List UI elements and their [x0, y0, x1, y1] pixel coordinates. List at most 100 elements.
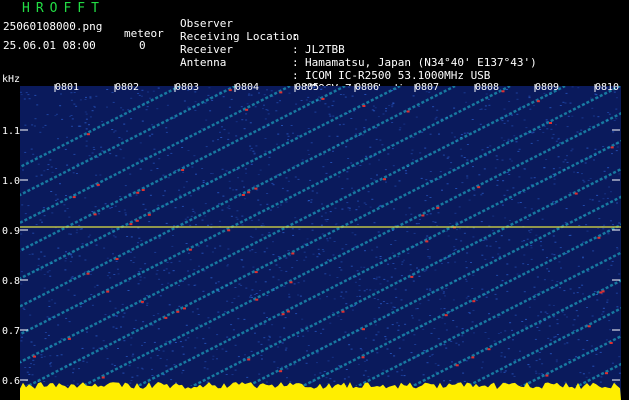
noise-pixel: [265, 381, 268, 383]
noise-pixel: [381, 144, 384, 146]
noise-pixel: [397, 256, 400, 258]
noise-pixel: [580, 129, 583, 131]
noise-pixel: [216, 358, 218, 360]
noise-pixel: [303, 280, 306, 282]
noise-pixel: [143, 277, 146, 279]
noise-pixel: [525, 318, 527, 320]
noise-pixel: [95, 174, 98, 176]
noise-pixel: [506, 120, 509, 122]
noise-pixel: [55, 113, 58, 115]
noise-pixel: [602, 228, 605, 230]
noise-pixel: [537, 315, 540, 317]
noise-pixel: [424, 200, 427, 202]
noise-pixel: [66, 208, 69, 209]
noise-pixel: [164, 190, 166, 192]
noise-pixel: [202, 338, 205, 340]
noise-pixel: [437, 364, 440, 366]
noise-pixel: [472, 274, 475, 276]
noise-pixel: [598, 218, 601, 220]
noise-pixel: [259, 204, 262, 206]
noise-pixel: [168, 272, 171, 274]
noise-pixel: [293, 364, 296, 366]
noise-pixel: [285, 347, 288, 349]
noise-pixel: [112, 101, 115, 103]
noise-pixel: [473, 194, 476, 196]
noise-pixel: [106, 275, 109, 277]
noise-pixel: [165, 268, 168, 270]
noise-pixel: [306, 238, 309, 240]
noise-pixel: [428, 257, 431, 259]
noise-pixel: [591, 315, 594, 317]
noise-pixel: [494, 167, 497, 169]
noise-pixel: [363, 127, 366, 129]
noise-pixel: [296, 260, 298, 261]
noise-pixel: [563, 290, 566, 292]
noise-pixel: [69, 233, 72, 235]
noise-pixel: [341, 188, 344, 190]
noise-pixel: [564, 159, 567, 161]
noise-pixel: [355, 128, 358, 130]
noise-pixel: [146, 302, 149, 304]
trace-peak: [72, 196, 76, 199]
noise-pixel: [235, 135, 238, 137]
noise-pixel: [386, 327, 389, 329]
noise-pixel: [432, 106, 435, 108]
noise-pixel: [346, 202, 349, 204]
noise-pixel: [559, 287, 561, 289]
noise-pixel: [232, 189, 235, 191]
noise-pixel: [30, 148, 33, 150]
noise-pixel: [32, 359, 35, 361]
noise-pixel: [320, 224, 323, 226]
noise-pixel: [418, 319, 421, 321]
noise-pixel: [241, 224, 244, 226]
noise-pixel: [589, 125, 592, 127]
noise-pixel: [122, 157, 125, 159]
noise-pixel: [234, 344, 237, 346]
noise-pixel: [151, 368, 153, 370]
noise-pixel: [496, 159, 499, 161]
noise-pixel: [458, 206, 461, 208]
noise-pixel: [401, 261, 404, 263]
noise-pixel: [429, 213, 432, 215]
noise-pixel: [522, 263, 525, 265]
noise-pixel: [207, 94, 210, 96]
noise-pixel: [507, 138, 510, 140]
noise-pixel: [536, 140, 539, 142]
noise-pixel: [528, 95, 531, 97]
noise-pixel: [144, 263, 147, 265]
trace-peak: [281, 313, 285, 316]
noise-pixel: [217, 311, 220, 313]
trace-peak: [597, 236, 601, 239]
noise-pixel: [367, 376, 370, 378]
noise-pixel: [28, 373, 31, 375]
noise-pixel: [85, 140, 88, 142]
noise-pixel: [379, 256, 382, 257]
noise-pixel: [528, 230, 531, 232]
noise-pixel: [202, 182, 205, 183]
noise-pixel: [375, 138, 378, 140]
noise-pixel: [556, 334, 559, 335]
trace-peak: [621, 141, 624, 143]
noise-pixel: [569, 288, 572, 290]
noise-pixel: [318, 253, 321, 255]
noise-pixel: [195, 173, 197, 175]
noise-pixel: [142, 203, 145, 205]
noise-pixel: [333, 380, 336, 382]
x-tick-label: 0804: [235, 82, 259, 93]
noise-pixel: [113, 274, 116, 275]
noise-pixel: [509, 322, 512, 324]
noise-pixel: [462, 341, 464, 343]
noise-pixel: [130, 260, 133, 262]
noise-pixel: [486, 146, 489, 148]
noise-pixel: [391, 308, 394, 310]
noise-pixel: [552, 133, 555, 135]
noise-pixel: [65, 195, 67, 196]
noise-pixel: [463, 157, 466, 158]
noise-pixel: [320, 89, 322, 90]
noise-pixel: [39, 131, 42, 133]
noise-pixel: [64, 210, 67, 212]
noise-pixel: [615, 118, 618, 120]
noise-pixel: [405, 214, 408, 216]
noise-pixel: [343, 378, 346, 380]
trace-peak: [545, 374, 549, 377]
